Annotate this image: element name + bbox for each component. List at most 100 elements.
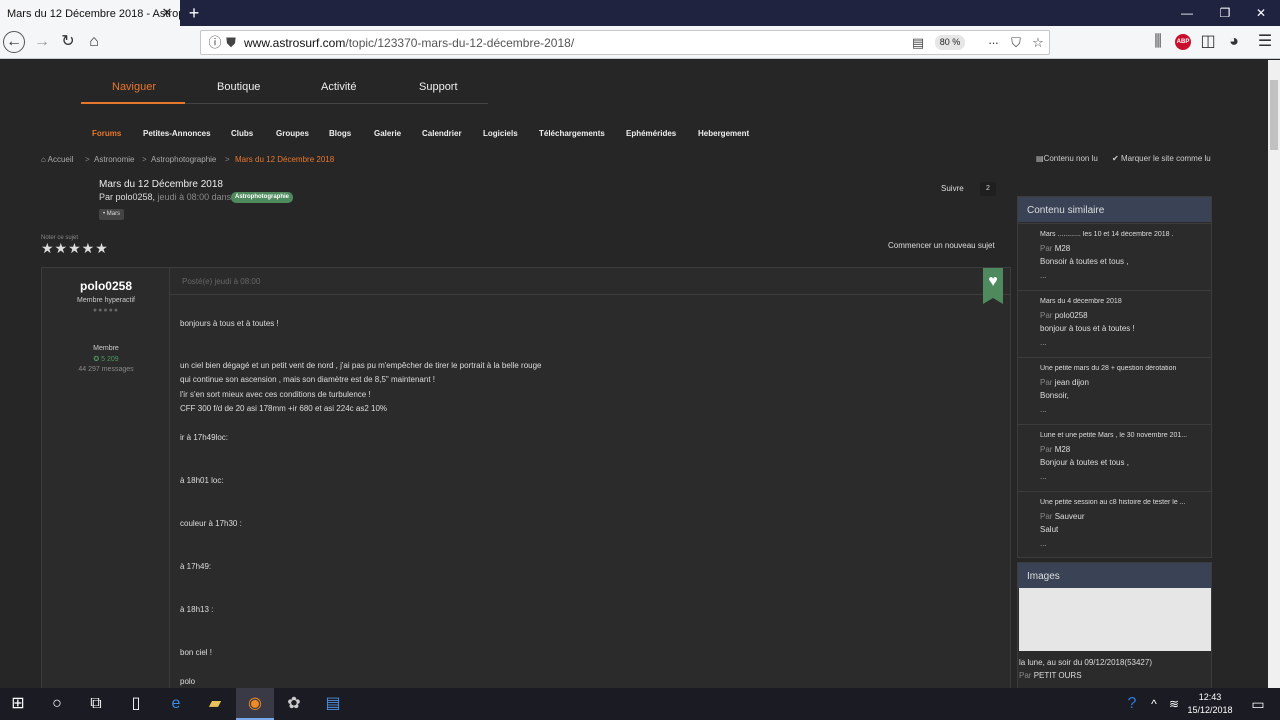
help-icon[interactable]: ? bbox=[1120, 692, 1144, 716]
file-icon[interactable]: ▯ bbox=[124, 692, 148, 716]
author-reputation: ✪ 5 209 bbox=[93, 356, 119, 363]
image-caption[interactable]: la lune, au soir du 09/12/2018(53427) bbox=[1019, 658, 1152, 667]
similar-content-heading: Contenu similaire bbox=[1018, 197, 1211, 222]
breadcrumb-separator: > bbox=[225, 155, 230, 164]
page-actions-icon[interactable]: ··· bbox=[984, 34, 1002, 52]
forum-tag[interactable]: Astrophotographie bbox=[231, 192, 293, 203]
tab-close-icon[interactable]: ✕ bbox=[160, 6, 174, 20]
similar-item-author: Par jean dijon bbox=[1040, 378, 1089, 387]
similar-item-more: ... bbox=[1040, 405, 1047, 414]
maximize-button[interactable]: ❐ bbox=[1210, 4, 1240, 22]
nav-boutique[interactable]: Boutique bbox=[217, 81, 260, 93]
pocket-icon[interactable]: ⛉ bbox=[1007, 34, 1025, 52]
breadcrumb-astronomie[interactable]: Astronomie bbox=[94, 155, 134, 164]
nav-naviguer[interactable]: Naviguer bbox=[112, 81, 156, 93]
check-icon: ✔ bbox=[1112, 154, 1121, 163]
post-author-panel: polo0258 Membre hyperactif ●●●●● Membre … bbox=[42, 268, 170, 688]
library-icon[interactable]: ⫼ bbox=[1146, 31, 1170, 53]
similar-item-title[interactable]: Mars ............ les 10 et 14 décembre … bbox=[1040, 231, 1210, 238]
subnav-logiciels[interactable]: Logiciels bbox=[483, 129, 518, 138]
close-window-button[interactable]: ✕ bbox=[1246, 4, 1276, 22]
document-icon[interactable]: ▤ bbox=[321, 692, 345, 716]
like-badge[interactable]: ♥ bbox=[983, 268, 1003, 304]
subnav-galerie[interactable]: Galerie bbox=[374, 129, 401, 138]
image-thumbnail[interactable] bbox=[1019, 588, 1211, 651]
images-widget: Images la lune, au soir du 09/12/2018(53… bbox=[1017, 562, 1212, 688]
subnav-ephemerides[interactable]: Ephémérides bbox=[626, 129, 676, 138]
subnav-petites-annonces[interactable]: Petites-Annonces bbox=[143, 129, 211, 138]
nav-support[interactable]: Support bbox=[419, 81, 458, 93]
reader-view-icon[interactable]: ▤ bbox=[909, 34, 927, 52]
subnav-blogs[interactable]: Blogs bbox=[329, 129, 351, 138]
zoom-level[interactable]: 80 % bbox=[935, 35, 965, 50]
task-view-icon[interactable]: ⧉ bbox=[84, 692, 108, 716]
similar-item-more: ... bbox=[1040, 472, 1047, 481]
post-date[interactable]: Posté(e) jeudi à 08:00 bbox=[182, 277, 260, 286]
reload-icon[interactable]: ↻ bbox=[56, 31, 80, 53]
windows-start-icon[interactable]: ⊞ bbox=[6, 692, 30, 716]
taskbar-time[interactable]: 12:43 bbox=[1186, 691, 1234, 703]
unread-content-link[interactable]: ▤Contenu non lu bbox=[1036, 154, 1098, 163]
subnav-telechargements[interactable]: Téléchargements bbox=[539, 129, 605, 138]
bookmark-star-icon[interactable]: ☆ bbox=[1029, 34, 1047, 52]
subnav-hebergement[interactable]: Hebergement bbox=[698, 129, 749, 138]
post-line: bonjours à tous et à toutes ! bbox=[180, 319, 279, 328]
subnav-forums[interactable]: Forums bbox=[92, 129, 121, 138]
back-arrow-icon[interactable]: ← bbox=[3, 31, 25, 53]
cortana-icon[interactable]: ○ bbox=[45, 692, 69, 716]
post-line: un ciel bien dégagé et un petit vent de … bbox=[180, 361, 542, 370]
post-line: à 17h49: bbox=[180, 562, 212, 571]
mark-read-link[interactable]: ✔ Marquer le site comme lu bbox=[1112, 154, 1211, 163]
new-topic-button[interactable]: Commencer un nouveau sujet bbox=[888, 241, 995, 250]
home-icon[interactable]: ⌂ bbox=[82, 31, 106, 53]
file-explorer-icon[interactable]: ▰ bbox=[203, 692, 227, 716]
extension-icon[interactable]: ◕ bbox=[1222, 31, 1246, 53]
sidebar-icon[interactable]: ◫ bbox=[1196, 31, 1220, 53]
browser-navbar: ← → ↻ ⌂ ⓘ ⛊ www.astrosurf.com/topic/1233… bbox=[0, 26, 1280, 59]
follow-button[interactable]: Suivre bbox=[941, 184, 964, 193]
author-name[interactable]: polo0258 bbox=[42, 279, 170, 293]
similar-item-excerpt: Bonsoir, bbox=[1040, 391, 1069, 400]
app-icon[interactable]: ✿ bbox=[282, 692, 306, 716]
subnav-calendrier[interactable]: Calendrier bbox=[422, 129, 462, 138]
edge-icon[interactable]: e bbox=[164, 692, 188, 716]
breadcrumb-home[interactable]: ⌂ Accueil bbox=[41, 155, 73, 164]
similar-item-excerpt: Bonsoir à toutes et tous , bbox=[1040, 257, 1129, 266]
menu-icon[interactable]: ☰ bbox=[1253, 31, 1277, 53]
address-bar[interactable]: ⓘ ⛊ www.astrosurf.com/topic/123370-mars-… bbox=[200, 30, 1050, 55]
similar-item-title[interactable]: Mars du 4 décembre 2018 bbox=[1040, 298, 1210, 305]
similar-item[interactable]: Une petite session au c8 histoire de tes… bbox=[1018, 491, 1211, 558]
subnav-groupes[interactable]: Groupes bbox=[276, 129, 309, 138]
similar-item[interactable]: Mars ............ les 10 et 14 décembre … bbox=[1018, 223, 1211, 290]
breadcrumb-current: Mars du 12 Décembre 2018 bbox=[235, 155, 335, 164]
browser-tab[interactable]: Mars du 12 Décembre 2018 - Astrop ✕ bbox=[0, 0, 180, 28]
home-icon: ⌂ bbox=[41, 155, 48, 164]
similar-item-excerpt: Salut bbox=[1040, 525, 1059, 534]
tracking-icon[interactable]: ⛊ bbox=[222, 34, 240, 52]
similar-item-author: Par polo0258 bbox=[1040, 311, 1088, 320]
similar-item-title[interactable]: Une petite mars du 28 + question dérotat… bbox=[1040, 365, 1210, 372]
taskbar-date[interactable]: 15/12/2018 bbox=[1180, 704, 1240, 716]
breadcrumb-astrophotographie[interactable]: Astrophotographie bbox=[151, 155, 216, 164]
subnav-clubs[interactable]: Clubs bbox=[231, 129, 253, 138]
minimize-button[interactable]: — bbox=[1172, 4, 1202, 22]
similar-item[interactable]: Mars du 4 décembre 2018 Par polo0258 bon… bbox=[1018, 290, 1211, 357]
forward-arrow-icon[interactable]: → bbox=[30, 31, 54, 53]
rating-stars[interactable]: ★★★★★ bbox=[41, 240, 109, 257]
similar-item-title[interactable]: Une petite session au c8 histoire de tes… bbox=[1040, 499, 1210, 506]
new-tab-button[interactable]: + bbox=[183, 2, 205, 24]
breadcrumb-separator: > bbox=[85, 155, 90, 164]
topic-author[interactable]: Par polo0258, bbox=[99, 192, 155, 202]
similar-item[interactable]: Une petite mars du 28 + question dérotat… bbox=[1018, 357, 1211, 424]
similar-item[interactable]: Lune et une petite Mars , le 30 novembre… bbox=[1018, 424, 1211, 491]
rank-dots: ●●●●● bbox=[92, 307, 120, 314]
adblock-icon[interactable]: ABP bbox=[1175, 34, 1191, 50]
notification-icon[interactable]: ▭ bbox=[1246, 692, 1270, 716]
topic-tag[interactable]: • Mars bbox=[99, 209, 125, 220]
similar-item-title[interactable]: Lune et une petite Mars , le 30 novembre… bbox=[1040, 432, 1210, 439]
nav-activite[interactable]: Activité bbox=[321, 81, 356, 93]
post-line: couleur à 17h30 : bbox=[180, 519, 242, 528]
firefox-icon[interactable]: ◉ bbox=[243, 692, 267, 716]
page-scrollbar[interactable] bbox=[1268, 60, 1280, 688]
scrollbar-thumb[interactable] bbox=[1270, 80, 1278, 150]
